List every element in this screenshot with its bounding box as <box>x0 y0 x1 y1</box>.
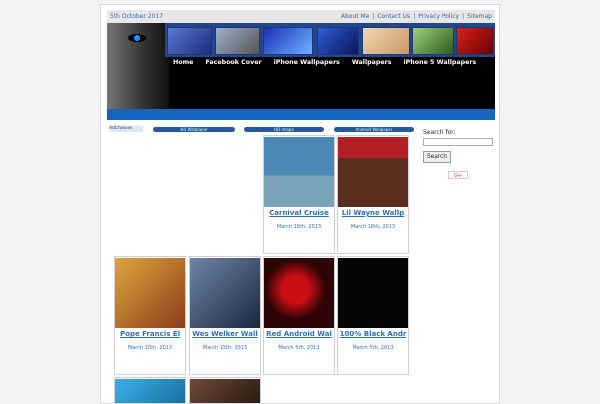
current-date: 5th October 2017 <box>110 13 164 20</box>
wallpaper-title[interactable]: Wes Welker Wall <box>190 330 260 338</box>
wallpaper-thumbnail[interactable] <box>264 137 334 207</box>
search-input[interactable] <box>423 138 493 146</box>
wallpaper-card[interactable]: Lil Wayne Wallp March 16th, 2013 <box>337 135 409 254</box>
ad-pill-hd-wallpaper[interactable]: HD Wallpaper <box>153 127 235 132</box>
site-header: Home Facebook Cover iPhone Wallpapers Wa… <box>107 23 495 120</box>
nav-wallpapers[interactable]: Wallpapers <box>352 59 392 66</box>
top-bar: 5th October 2017 About Me | Contact Us | P… <box>107 10 495 23</box>
top-link-about-me[interactable]: About Me <box>341 13 370 20</box>
top-links: About Me | Contact Us | Privacy Policy | Si… <box>340 13 492 20</box>
nav-iphone-5-wallpapers[interactable]: iPhone 5 Wallpapers <box>404 59 477 66</box>
top-link-privacy-policy[interactable]: Privacy Policy <box>418 13 459 20</box>
wallpaper-title[interactable]: 100% Black Andr <box>338 330 408 338</box>
wallpaper-thumbnail[interactable] <box>115 379 185 403</box>
wallpaper-thumbnail[interactable] <box>190 258 260 328</box>
ad-pill-hd-image[interactable]: HD Image <box>244 127 324 132</box>
wallpaper-date: March 16th, 2013 <box>350 224 396 230</box>
header-thumbnail-strip <box>165 23 495 57</box>
ad-pill-android-wallpaper[interactable]: Android Wallpaper <box>334 127 414 132</box>
nav-iphone-wallpapers[interactable]: iPhone Wallpapers <box>274 59 340 66</box>
wallpaper-title[interactable]: Lil Wayne Wallp <box>338 209 408 217</box>
top-link-contact-us[interactable]: Contact Us <box>377 13 410 20</box>
main-nav: Home Facebook Cover iPhone Wallpapers Wa… <box>173 59 476 66</box>
search-label: Search for: <box>423 129 456 136</box>
wallpaper-card[interactable]: Wes Welker Wall March 15th, 2013 <box>189 256 261 375</box>
wallpaper-thumbnail[interactable] <box>115 258 185 328</box>
wallpaper-date: March 15th, 2013 <box>202 345 248 351</box>
wallpaper-title[interactable]: Carnival Cruise <box>264 209 334 217</box>
header-face-image <box>107 23 169 109</box>
nav-facebook-cover[interactable]: Facebook Cover <box>205 59 261 66</box>
wallpaper-date: March 16th, 2013 <box>276 224 322 230</box>
wallpaper-card[interactable]: Red Android Wal March 5th, 2013 <box>263 256 335 375</box>
header-blue-band <box>107 109 495 120</box>
nav-home[interactable]: Home <box>173 59 193 66</box>
wallpaper-thumbnail[interactable] <box>190 379 260 403</box>
wallpaper-card[interactable]: Pope Francis El March 15th, 2013 <box>114 256 186 375</box>
wallpaper-thumbnail[interactable] <box>264 258 334 328</box>
wallpaper-card[interactable]: 100% Black Andr March 5th, 2013 <box>337 256 409 375</box>
wallpaper-thumbnail[interactable] <box>338 258 408 328</box>
wallpaper-date: March 15th, 2013 <box>127 345 173 351</box>
search-button[interactable]: Search <box>423 150 451 163</box>
google-plus-button[interactable]: G+ <box>448 171 468 179</box>
ad-choices-badge[interactable]: AdChoices <box>109 126 143 132</box>
wallpaper-title[interactable]: Red Android Wal <box>264 330 334 338</box>
wallpaper-card[interactable]: Carnival Cruise March 16th, 2013 <box>263 135 335 254</box>
wallpaper-date: March 5th, 2013 <box>278 345 320 351</box>
page-frame: 5th October 2017 About Me | Contact Us | P… <box>100 4 500 404</box>
wallpaper-date: March 5th, 2013 <box>352 345 394 351</box>
wallpaper-title[interactable]: Pope Francis El <box>115 330 185 338</box>
top-link-sitemap[interactable]: Sitemap <box>467 13 492 20</box>
wallpaper-thumbnail[interactable] <box>338 137 408 207</box>
sidebar: Search for: Search <box>423 129 495 163</box>
